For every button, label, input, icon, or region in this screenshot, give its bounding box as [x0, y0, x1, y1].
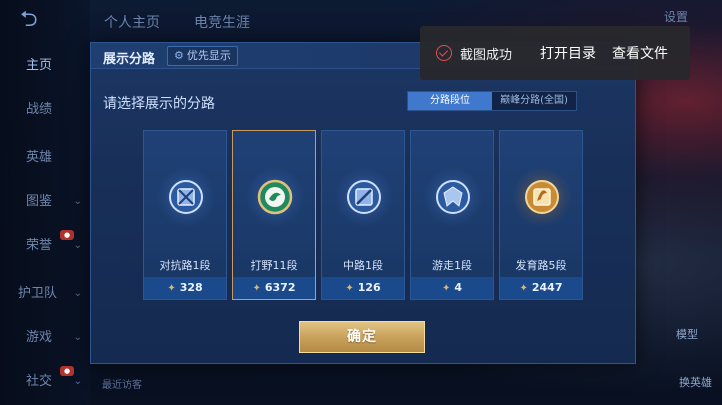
change-hero-button[interactable]: 换英雄 — [679, 374, 712, 390]
card-score: ✦ 4 — [411, 277, 493, 299]
mid-lane-icon — [347, 180, 381, 214]
card-score: ✦ 6372 — [233, 277, 315, 299]
top-lane-icon — [169, 180, 203, 214]
card-name: 中路1段 — [343, 259, 383, 272]
card-score: ✦ 328 — [144, 277, 226, 299]
nav-item-codex[interactable]: 图鉴 ⌄ — [0, 188, 90, 216]
tab-profile[interactable]: 个人主页 — [104, 12, 160, 32]
nav-item-record[interactable]: 战绩 — [0, 96, 90, 124]
card-score: ✦ 126 — [322, 277, 404, 299]
lane-card-top[interactable]: 对抗路1段 ✦ 328 — [143, 130, 227, 300]
nav-item-heroes[interactable]: 英雄 — [0, 144, 90, 172]
lane-display-modal: 展示分路 ⚙ 优先显示 请选择展示的分路 分路段位 巅峰分路(全国) 对抗路1段 … — [90, 42, 636, 364]
gear-icon: ⚙ — [174, 49, 184, 62]
back-arrow-icon[interactable]: ⮌ — [20, 8, 60, 32]
model-button[interactable]: 模型 — [676, 326, 698, 342]
card-name: 游走1段 — [432, 259, 472, 272]
wings-icon: ✦ — [167, 283, 176, 294]
nav-item-games[interactable]: 游戏 ⌄ — [0, 324, 90, 352]
card-name: 对抗路1段 — [159, 259, 211, 272]
toast-message: 截图成功 — [460, 48, 513, 63]
confirm-button[interactable]: 确定 — [299, 321, 425, 353]
nav-item-social[interactable]: 社交 ● ⌄ — [0, 366, 90, 396]
jungle-icon — [257, 179, 293, 215]
card-score: ✦ 2447 — [500, 277, 582, 299]
view-file-button[interactable]: 查看文件 — [612, 43, 668, 63]
tab-esports[interactable]: 电竞生涯 — [194, 12, 250, 32]
recent-visitors-label: 最近访客 — [102, 380, 142, 391]
new-badge-icon: ● — [60, 230, 74, 240]
support-icon — [436, 180, 470, 214]
settings-button[interactable]: 设置 — [664, 8, 688, 25]
nav-item-home[interactable]: 主页 — [0, 52, 90, 80]
lane-card-mid[interactable]: 中路1段 ✦ 126 — [321, 130, 405, 300]
toggle-peak-lane[interactable]: 巅峰分路(全国) — [492, 92, 576, 110]
open-directory-button[interactable]: 打开目录 — [540, 43, 596, 63]
chevron-down-icon: ⌄ — [73, 288, 82, 299]
left-nav: ⮌ 主页 战绩 英雄 图鉴 ⌄ 荣誉 ● ⌄ 护卫队 ⌄ 游戏 ⌄ 社交 ● ⌄ — [0, 0, 90, 405]
screenshot-toast: 截图成功 打开目录 查看文件 — [420, 26, 690, 80]
lane-mode-toggle: 分路段位 巅峰分路(全国) — [407, 91, 577, 111]
check-circle-icon — [436, 45, 452, 61]
chevron-down-icon: ⌄ — [73, 240, 82, 251]
priority-display-button[interactable]: ⚙ 优先显示 — [167, 46, 238, 66]
lane-card-jungle[interactable]: 打野11段 ✦ 6372 — [232, 130, 316, 300]
modal-subtitle: 请选择展示的分路 — [103, 96, 215, 112]
lane-card-bot[interactable]: 发育路5段 ✦ 2447 — [499, 130, 583, 300]
toggle-lane-rank[interactable]: 分路段位 — [408, 92, 492, 110]
card-name: 打野11段 — [250, 259, 298, 272]
new-badge-icon: ● — [60, 366, 74, 376]
bot-lane-icon — [525, 180, 559, 214]
nav-item-honor[interactable]: 荣誉 ● ⌄ — [0, 230, 90, 260]
card-name: 发育路5段 — [515, 259, 567, 272]
chevron-down-icon: ⌄ — [73, 196, 82, 207]
wings-icon: ✦ — [252, 283, 261, 294]
wings-icon: ✦ — [345, 283, 354, 294]
nav-item-guard[interactable]: 护卫队 ⌄ — [0, 280, 90, 308]
lane-card-support[interactable]: 游走1段 ✦ 4 — [410, 130, 494, 300]
chevron-down-icon: ⌄ — [73, 376, 82, 387]
wings-icon: ✦ — [441, 283, 451, 294]
wings-icon: ✦ — [519, 283, 528, 294]
chevron-down-icon: ⌄ — [73, 332, 82, 343]
modal-title: 展示分路 — [103, 52, 156, 67]
